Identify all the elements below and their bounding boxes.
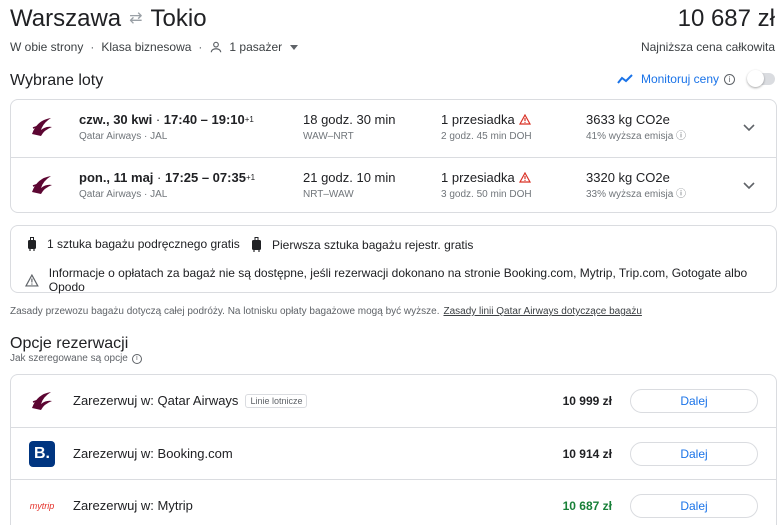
warning-icon (518, 172, 531, 183)
flight-row-return[interactable]: pon., 11 maj · 17:25 – 07:35+1 Qatar Air… (11, 157, 776, 213)
airline-badge: Linie lotnicze (245, 393, 308, 408)
trip-details: W obie strony · Klasa biznesowa · 1 pasa… (10, 40, 299, 54)
qatar-airways-logo-icon (32, 176, 52, 194)
booking-option-mytrip: mytrip Zarezerwuj w: Mytrip 10 687 zł Da… (11, 479, 776, 525)
origin-city: Warszawa (10, 5, 122, 32)
booking-option-price: 10 999 zł (562, 394, 612, 408)
booking-option-name: Zarezerwuj w: Booking.com (73, 446, 233, 461)
info-icon[interactable]: i (131, 353, 142, 364)
ranking-info-text[interactable]: Jak szeregowane są opcje (10, 353, 128, 364)
flight-layover: 2 godz. 45 min DOH (441, 131, 532, 142)
total-price: 10 687 zł (677, 5, 775, 32)
emissions-note: 41% wyższa emisja (586, 131, 674, 142)
continue-button[interactable]: Dalej (630, 494, 758, 518)
info-icon[interactable]: ⓘ (676, 131, 686, 142)
warning-icon (25, 273, 39, 287)
booking-logo-icon: B. (29, 441, 55, 467)
selected-flights-title: Wybrane loty (10, 72, 104, 89)
trip-header: Warszawa ⇄ Tokio 10 687 zł W obie strony… (10, 4, 775, 64)
carry-on-bag-icon (28, 237, 36, 251)
info-icon[interactable]: i (724, 73, 735, 85)
baggage-rules-link[interactable]: Zasady linii Qatar Airways dotyczące bag… (443, 306, 641, 317)
flight-route: WAW–NRT (303, 131, 354, 142)
flight-stops: 1 przesiadka (441, 112, 515, 127)
flight-times: 17:25 – 07:35 (164, 170, 246, 185)
booking-option-price: 10 914 zł (562, 447, 612, 461)
emissions-note: 33% wyższa emisja (586, 189, 674, 200)
track-prices-label[interactable]: Monitoruj ceny (641, 72, 719, 86)
route-title: Warszawa ⇄ Tokio (10, 4, 207, 34)
booking-option-booking: B. Zarezerwuj w: Booking.com 10 914 zł D… (11, 427, 776, 479)
baggage-notice: Informacje o opłatach za bagaż nie są do… (48, 266, 748, 294)
booking-option-name: Zarezerwuj w: Qatar Airways (73, 393, 239, 408)
ranking-info[interactable]: Jak szeregowane są opcje i (10, 353, 142, 364)
flight-times: 17:40 – 19:10 (163, 112, 245, 127)
flight-emissions: 3320 kg CO2e (586, 170, 670, 185)
baggage-rules: Zasady przewozu bagażu dotyczą całej pod… (10, 306, 642, 317)
info-icon[interactable]: ⓘ (676, 189, 686, 200)
chevron-down-icon[interactable] (742, 120, 756, 134)
flight-stops: 1 przesiadka (441, 170, 515, 185)
baggage-info: 1 sztuka bagażu podręcznego gratis Pierw… (10, 225, 777, 294)
booking-options-title: Opcje rezerwacji (10, 335, 129, 352)
destination-city: Tokio (150, 5, 207, 32)
checked-bag-text: Pierwsza sztuka bagażu rejestr. gratis (272, 237, 474, 252)
flight-date: pon., 11 maj (79, 170, 154, 185)
chevron-down-icon[interactable] (290, 44, 299, 50)
selected-flights-list: czw., 30 kwi · 17:40 – 19:10+1 Qatar Air… (10, 99, 777, 213)
flight-airlines: Qatar Airways · JAL (79, 131, 168, 142)
trend-icon (617, 74, 633, 84)
chevron-down-icon[interactable] (742, 178, 756, 192)
booking-option-name: Zarezerwuj w: Mytrip (73, 498, 193, 513)
checked-bag-icon (252, 237, 261, 252)
track-prices-toggle[interactable] (747, 70, 775, 87)
plus-days: +1 (245, 173, 256, 182)
swap-arrows-icon: ⇄ (129, 10, 143, 27)
booking-option-price: 10 687 zł (562, 499, 612, 513)
baggage-rules-text: Zasady przewozu bagażu dotyczą całej pod… (10, 306, 440, 317)
qatar-airways-logo-icon (32, 118, 52, 136)
cabin-class: Klasa biznesowa (101, 40, 192, 54)
flight-date: czw., 30 kwi (79, 112, 153, 127)
flight-emissions: 3633 kg CO2e (586, 112, 670, 127)
qatar-airways-logo-icon (32, 392, 52, 410)
flight-route: NRT–WAW (303, 189, 354, 200)
warning-icon (518, 114, 531, 125)
mytrip-logo-icon: mytrip (29, 501, 55, 511)
person-icon (211, 41, 222, 53)
continue-button[interactable]: Dalej (630, 442, 758, 466)
carry-on-text: 1 sztuka bagażu podręcznego gratis (47, 237, 240, 251)
flight-duration: 21 godz. 10 min (303, 170, 396, 185)
flight-row-outbound[interactable]: czw., 30 kwi · 17:40 – 19:10+1 Qatar Air… (11, 100, 776, 156)
passengers-selector[interactable]: 1 pasażer (229, 40, 282, 54)
track-prices[interactable]: Monitoruj ceny i (617, 70, 775, 87)
flight-airlines: Qatar Airways · JAL (79, 189, 168, 200)
continue-button[interactable]: Dalej (630, 389, 758, 413)
flight-layover: 3 godz. 50 min DOH (441, 189, 532, 200)
flight-duration: 18 godz. 30 min (303, 112, 396, 127)
booking-options-list: Zarezerwuj w: Qatar Airways Linie lotnic… (10, 374, 777, 525)
trip-type: W obie strony (10, 40, 84, 54)
price-label: Najniższa cena całkowita (640, 40, 775, 54)
booking-option-qatar: Zarezerwuj w: Qatar Airways Linie lotnic… (11, 375, 776, 427)
plus-days: +1 (244, 115, 254, 124)
